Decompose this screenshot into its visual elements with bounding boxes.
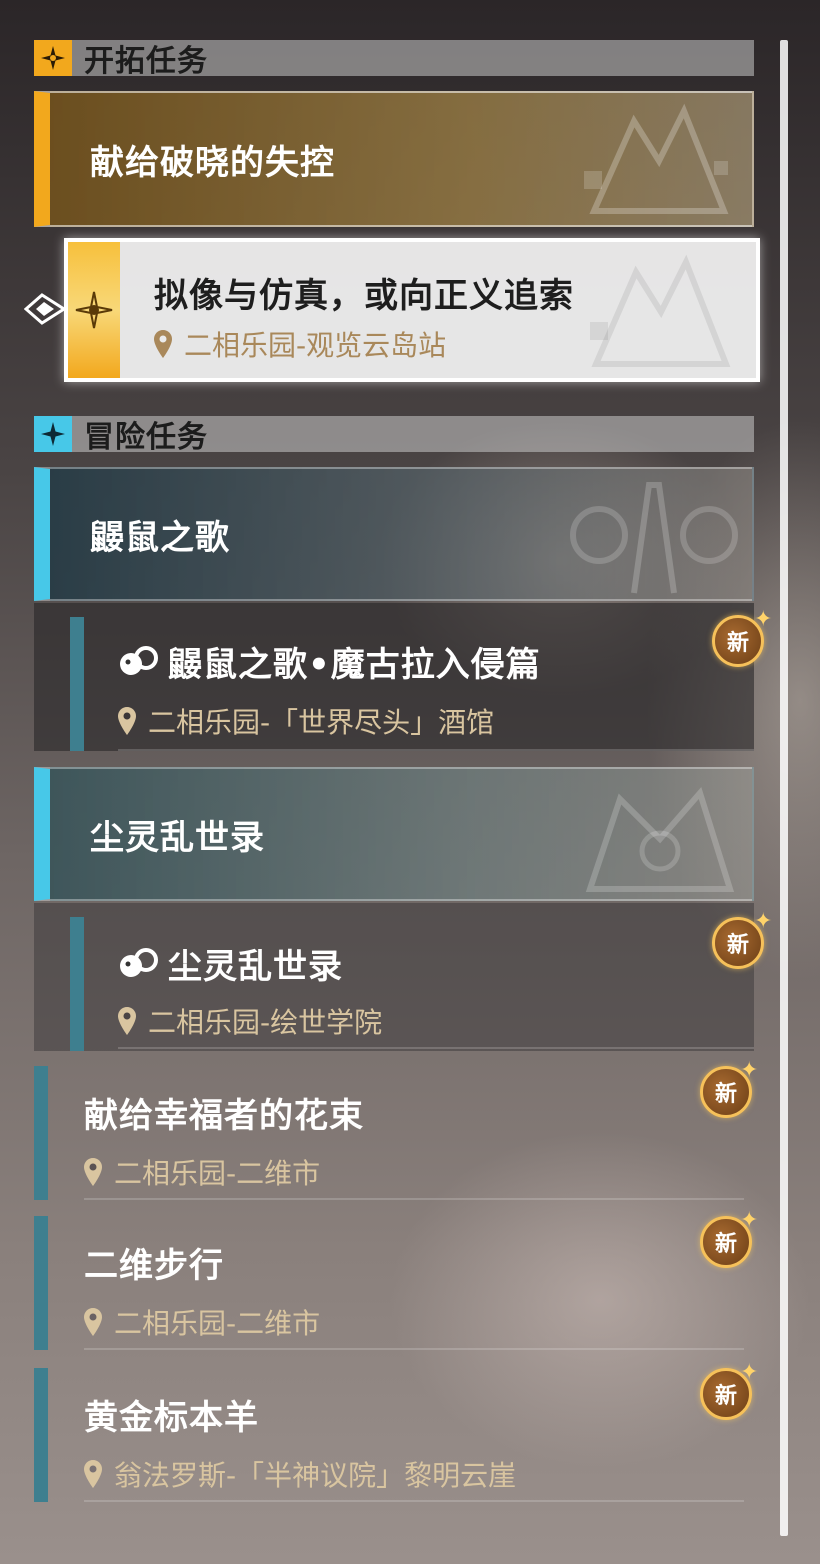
sparkle-icon: ✦ (740, 1360, 759, 1385)
section-title: 冒险任务 (84, 420, 208, 455)
mole-icon (120, 645, 158, 675)
quest-item[interactable]: 尘灵乱世录 二相乐园-绘世学院 新 ✦ (34, 903, 772, 1051)
four-point-star-icon (34, 416, 72, 452)
quest-location: 二相乐园-二维市 (84, 1152, 320, 1192)
quest-title: 献给幸福者的花束 (84, 1096, 364, 1136)
map-pin-icon (84, 1158, 102, 1186)
quest-location: 二相乐园-二维市 (84, 1302, 320, 1342)
quest-location: 二相乐园-「世界尽头」酒馆 (118, 701, 494, 741)
compass-star-icon (34, 40, 72, 76)
section-header-adventure: 冒险任务 (34, 416, 754, 455)
sparkle-icon: ✦ (740, 1058, 759, 1083)
quest-title: 二维步行 (84, 1246, 224, 1286)
quest-bar (34, 1216, 48, 1350)
quest-location: 翁法罗斯-「半神议院」黎明云崖 (84, 1454, 516, 1494)
section-title: 开拓任务 (84, 44, 208, 79)
quest-item[interactable]: 黄金标本羊 翁法罗斯-「半神议院」黎明云崖 新 ✦ (34, 1360, 758, 1502)
quest-group-trailblaze[interactable]: 献给破晓的失控 (34, 91, 754, 227)
quest-bar (34, 1066, 48, 1200)
group-title: 尘灵乱世录 (90, 817, 265, 858)
group-title: 鼹鼠之歌 (90, 517, 230, 558)
quest-location: 二相乐园-绘世学院 (118, 1001, 382, 1041)
quest-item[interactable]: 鼹鼠之歌•魔古拉入侵篇 二相乐园-「世界尽头」酒馆 新 ✦ (34, 603, 772, 751)
quest-title: 黄金标本羊 (84, 1398, 259, 1438)
map-pin-icon (118, 1007, 136, 1035)
quest-title: 鼹鼠之歌•魔古拉入侵篇 (168, 645, 541, 685)
section-header-trailblaze: 开拓任务 (34, 40, 754, 79)
divider (118, 1047, 754, 1049)
map-pin-icon (84, 1308, 102, 1336)
emblem-icon (590, 254, 731, 367)
quest-group-2[interactable]: 尘灵乱世录 (34, 767, 754, 901)
emblem-icon (584, 103, 729, 214)
emblem-icon (585, 786, 735, 892)
map-pin-icon (84, 1460, 102, 1488)
quest-item[interactable]: 献给幸福者的花束 二相乐园-二维市 新 ✦ (34, 1058, 758, 1200)
tracking-arrow-icon (23, 292, 67, 330)
map-pin-icon (118, 707, 136, 735)
sparkle-icon: ✦ (740, 1208, 759, 1233)
map-pin-icon (154, 330, 172, 358)
quest-title: 拟像与仿真，或向正义追索 (154, 276, 574, 316)
trailblaze-quest-icon (68, 242, 120, 378)
quest-item-trailblaze-selected[interactable]: 拟像与仿真，或向正义追索 二相乐园-观览云岛站 (64, 238, 760, 382)
scrollbar[interactable] (780, 40, 788, 1536)
quest-item[interactable]: 二维步行 二相乐园-二维市 新 ✦ (34, 1208, 758, 1350)
sparkle-icon: ✦ (754, 607, 773, 632)
quest-bar (70, 617, 84, 751)
emblem-icon (570, 482, 738, 594)
sparkle-icon: ✦ (754, 909, 773, 934)
quest-location: 二相乐园-观览云岛站 (154, 324, 446, 364)
mole-icon (120, 947, 158, 977)
quest-bar (34, 1368, 48, 1502)
group-title: 献给破晓的失控 (90, 142, 335, 183)
divider (84, 1198, 744, 1200)
quest-group-1[interactable]: 鼹鼠之歌 (34, 467, 754, 601)
divider (118, 749, 754, 751)
divider (84, 1500, 744, 1502)
divider (84, 1348, 744, 1350)
quest-bar (70, 917, 84, 1051)
quest-title: 尘灵乱世录 (168, 947, 343, 987)
